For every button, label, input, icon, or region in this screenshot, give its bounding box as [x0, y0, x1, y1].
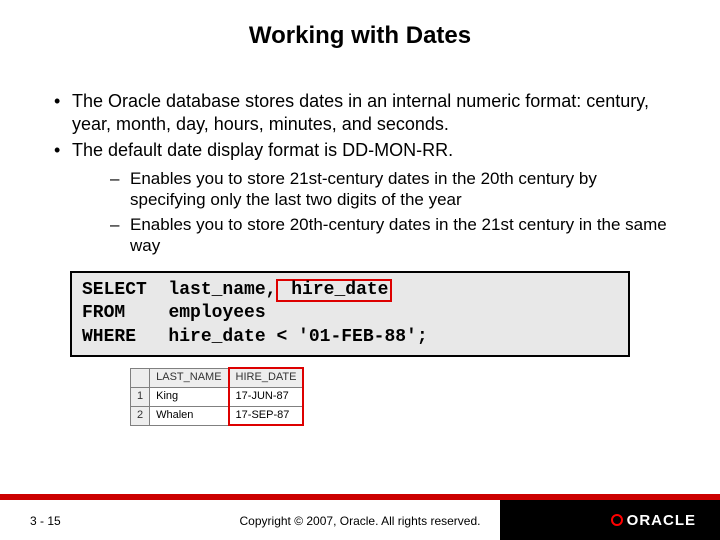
sql-text: hire_date < '01-FEB-88'; — [168, 327, 427, 347]
sub-bullet-item: Enables you to store 20th-century dates … — [110, 214, 670, 257]
bullet-item: The Oracle database stores dates in an i… — [50, 90, 670, 135]
sql-keyword: WHERE — [82, 327, 136, 347]
bullet-item: The default date display format is DD-MO… — [50, 139, 670, 257]
sql-text: last_name, — [168, 280, 276, 300]
sub-bullet-list: Enables you to store 21st-century dates … — [72, 168, 670, 257]
table-cell-highlight: 17-JUN-87 — [229, 387, 304, 406]
slide-body: The Oracle database stores dates in an i… — [0, 50, 720, 426]
copyright-text: Copyright © 2007, Oracle. All rights res… — [0, 514, 720, 528]
bullet-list: The Oracle database stores dates in an i… — [50, 90, 670, 257]
table-row: 2 Whalen 17-SEP-87 — [131, 406, 304, 425]
table-rownum: 2 — [131, 406, 150, 425]
sub-bullet-item: Enables you to store 21st-century dates … — [110, 168, 670, 211]
table-header-row: LAST_NAME HIRE_DATE — [131, 368, 304, 387]
slide-title: Working with Dates — [0, 0, 720, 50]
result-table: LAST_NAME HIRE_DATE 1 King 17-JUN-87 2 W… — [130, 367, 304, 426]
table-cell: King — [150, 387, 229, 406]
table-rownum: 1 — [131, 387, 150, 406]
table-cell-highlight: 17-SEP-87 — [229, 406, 304, 425]
sql-highlight: hire_date — [276, 279, 392, 303]
table-header-sel — [131, 368, 150, 387]
slide: Working with Dates The Oracle database s… — [0, 0, 720, 540]
table-header: LAST_NAME — [150, 368, 229, 387]
table-header-highlight: HIRE_DATE — [229, 368, 304, 387]
sql-code-block: SELECT last_name, hire_date FROM employe… — [70, 271, 630, 358]
table-cell: Whalen — [150, 406, 229, 425]
table-row: 1 King 17-JUN-87 — [131, 387, 304, 406]
bullet-text: The default date display format is DD-MO… — [72, 140, 453, 160]
sql-keyword: FROM — [82, 303, 125, 323]
sql-keyword: SELECT — [82, 280, 147, 300]
sql-text: employees — [168, 303, 265, 323]
